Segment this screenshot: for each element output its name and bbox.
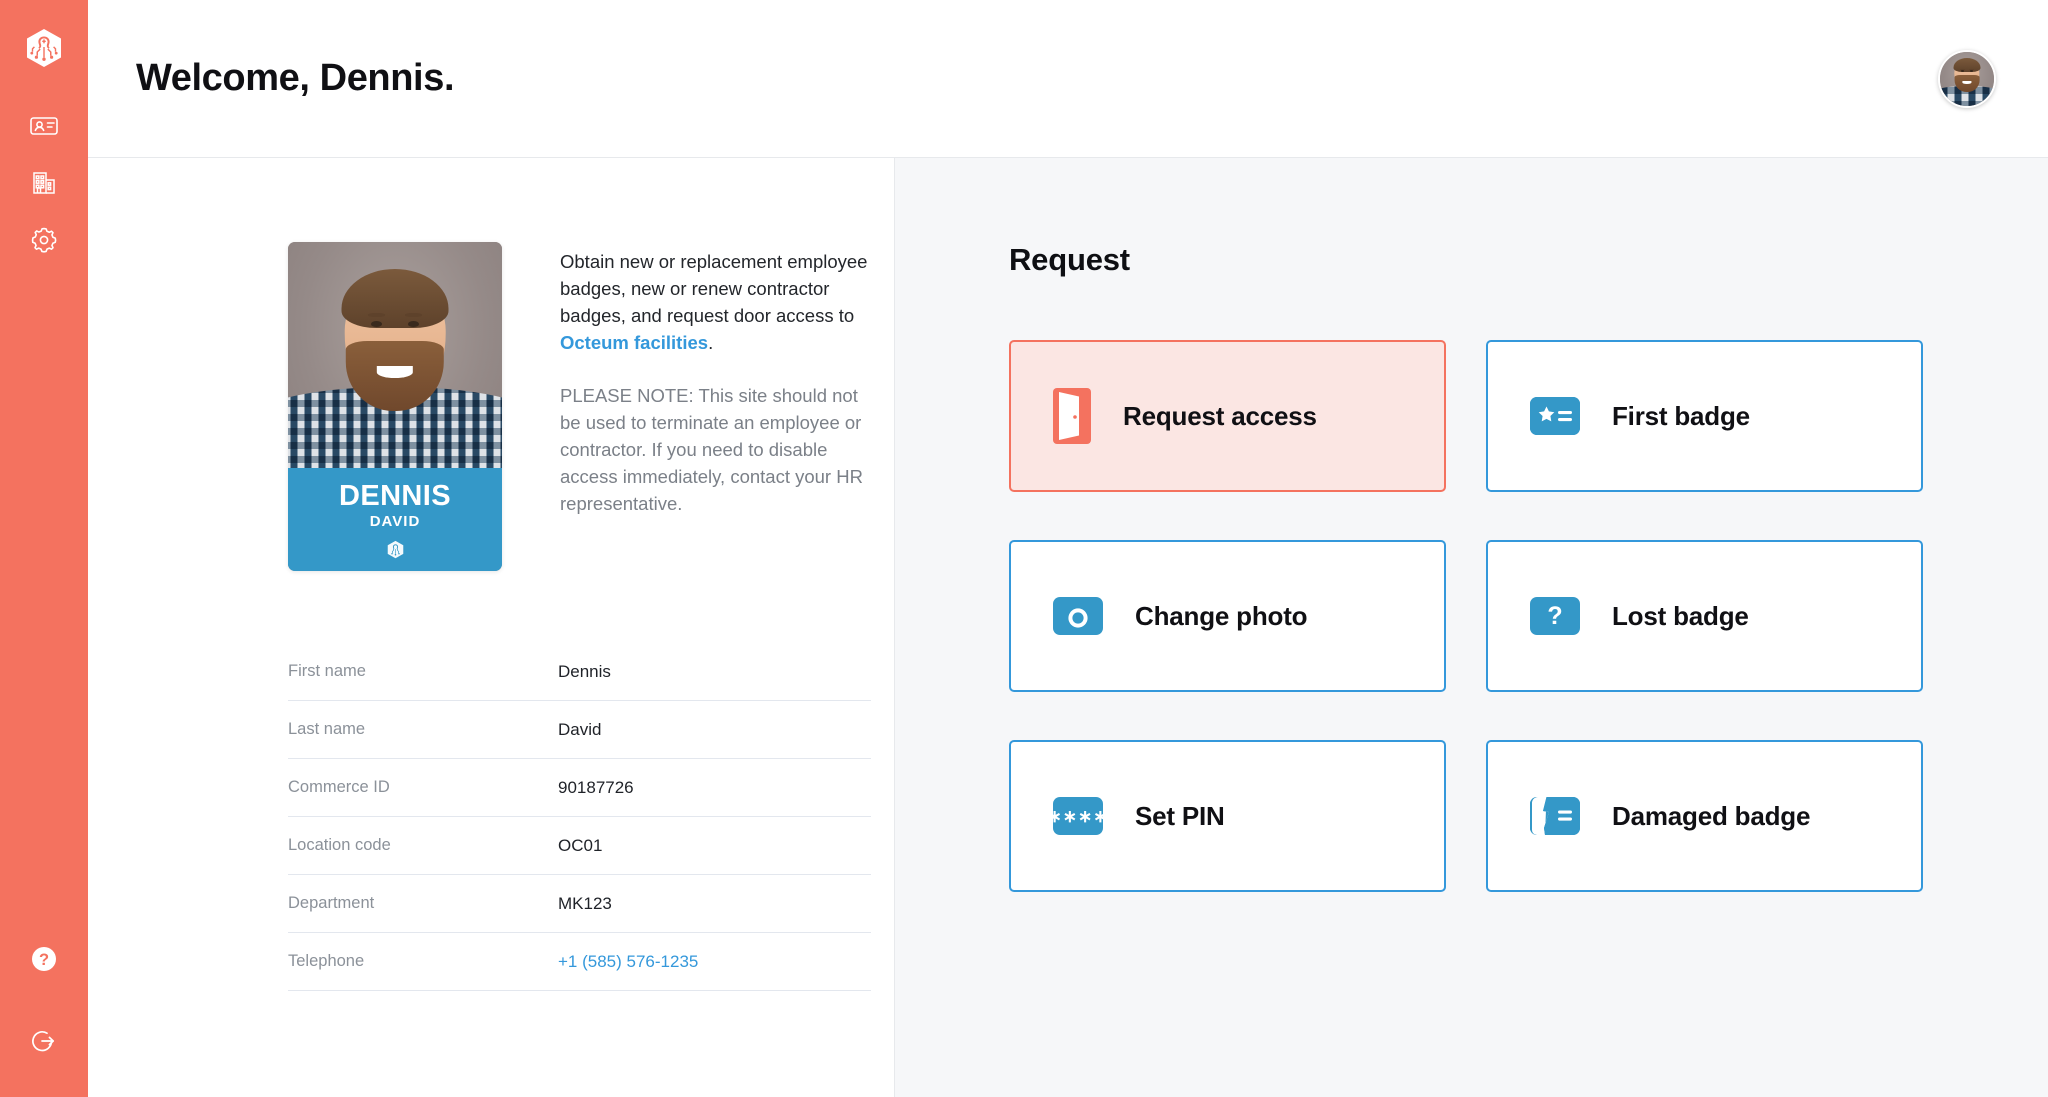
app-root: ? Welcome, Dennis. DENNIS DAVID Obtain n… bbox=[0, 0, 2048, 1097]
octeum-logo-icon bbox=[385, 540, 406, 566]
request-card-label: Damaged badge bbox=[1612, 800, 1811, 831]
request-panel: Request Request access First badge Chang… bbox=[895, 158, 2048, 1097]
sidebar-item-settings[interactable] bbox=[16, 212, 72, 268]
damaged-badge-card[interactable]: Damaged badge bbox=[1486, 740, 1923, 892]
octeum-facilities-link[interactable]: Octeum facilities bbox=[560, 332, 708, 353]
profile-summary: DENNIS DAVID Obtain new or replacement e… bbox=[288, 242, 894, 571]
sidebar-item-facilities[interactable] bbox=[16, 155, 72, 211]
avatar-photo bbox=[1940, 51, 1994, 106]
svg-text:?: ? bbox=[39, 951, 49, 969]
field-value: MK123 bbox=[558, 893, 612, 913]
page-title: Welcome, Dennis. bbox=[136, 57, 455, 99]
description-primary: Obtain new or replacement employee badge… bbox=[560, 248, 878, 356]
request-section-title: Request bbox=[1009, 242, 1130, 277]
change-photo-card[interactable]: Change photo bbox=[1009, 540, 1446, 692]
badge-first-name: DENNIS bbox=[339, 480, 451, 512]
field-label: Department bbox=[288, 894, 375, 912]
employee-badge-card: DENNIS DAVID bbox=[288, 242, 502, 571]
sidebar-item-badges[interactable] bbox=[16, 98, 72, 154]
profile-description: Obtain new or replacement employee badge… bbox=[560, 242, 878, 571]
badge-photo bbox=[288, 242, 502, 468]
request-card-grid: Request access First badge Change photo … bbox=[1009, 340, 1923, 892]
question-mark-icon: ? bbox=[1530, 597, 1580, 635]
page-header: Welcome, Dennis. bbox=[88, 0, 2048, 158]
logout-icon[interactable] bbox=[16, 1013, 72, 1069]
table-row: Last name David bbox=[288, 701, 871, 759]
request-card-label: Request access bbox=[1123, 400, 1317, 431]
field-value: Dennis bbox=[558, 661, 611, 681]
asterisks-icon: ∗∗∗∗ bbox=[1048, 797, 1108, 835]
table-row: Telephone +1 (585) 576-1235 bbox=[288, 933, 871, 991]
main-area: Welcome, Dennis. DENNIS DAVID Obtain new… bbox=[88, 0, 2048, 1097]
description-primary-suffix: . bbox=[708, 332, 714, 353]
telephone-link[interactable]: +1 (585) 576-1235 bbox=[558, 952, 698, 972]
profile-info-table: First name Dennis Last name David Commer… bbox=[288, 643, 871, 991]
field-label: First name bbox=[288, 662, 366, 680]
table-row: First name Dennis bbox=[288, 643, 871, 701]
badge-footer: DENNIS DAVID bbox=[288, 468, 502, 571]
table-row: Location code OC01 bbox=[288, 817, 871, 875]
help-circle-icon[interactable]: ? bbox=[16, 931, 72, 987]
octeum-logo-icon[interactable] bbox=[16, 22, 72, 78]
profile-panel: DENNIS DAVID Obtain new or replacement e… bbox=[88, 158, 895, 1097]
sidebar: ? bbox=[0, 0, 88, 1097]
first-badge-card[interactable]: First badge bbox=[1486, 340, 1923, 492]
request-card-label: Set PIN bbox=[1135, 800, 1225, 831]
sidebar-bottom-group: ? bbox=[0, 931, 88, 1069]
question-mark-glyph: ? bbox=[1547, 601, 1563, 630]
lost-badge-card[interactable]: ? Lost badge bbox=[1486, 540, 1923, 692]
table-row: Department MK123 bbox=[288, 875, 871, 933]
request-access-card[interactable]: Request access bbox=[1009, 340, 1446, 492]
field-value: 90187726 bbox=[558, 777, 634, 797]
badge-cracked-icon bbox=[1530, 797, 1580, 835]
set-pin-card[interactable]: ∗∗∗∗ Set PIN bbox=[1009, 740, 1446, 892]
table-row: Commerce ID 90187726 bbox=[288, 759, 871, 817]
field-label: Commerce ID bbox=[288, 778, 390, 796]
door-open-icon bbox=[1053, 388, 1091, 444]
description-primary-prefix: Obtain new or replacement employee badge… bbox=[560, 251, 868, 326]
description-note: PLEASE NOTE: This site should not be use… bbox=[560, 385, 863, 514]
field-value: David bbox=[558, 719, 602, 739]
page-body: DENNIS DAVID Obtain new or replacement e… bbox=[88, 158, 2048, 1097]
field-label: Last name bbox=[288, 720, 366, 738]
camera-icon bbox=[1053, 597, 1103, 635]
request-card-label: Change photo bbox=[1135, 600, 1308, 631]
pin-mask: ∗∗∗∗ bbox=[1047, 806, 1109, 826]
request-card-label: Lost badge bbox=[1612, 600, 1749, 631]
badge-star-icon bbox=[1530, 397, 1580, 435]
badge-last-name: DAVID bbox=[369, 513, 421, 531]
field-label: Location code bbox=[288, 836, 391, 854]
avatar[interactable] bbox=[1938, 49, 1996, 108]
request-card-label: First badge bbox=[1612, 400, 1750, 431]
field-value: OC01 bbox=[558, 835, 603, 855]
field-label: Telephone bbox=[288, 952, 365, 970]
